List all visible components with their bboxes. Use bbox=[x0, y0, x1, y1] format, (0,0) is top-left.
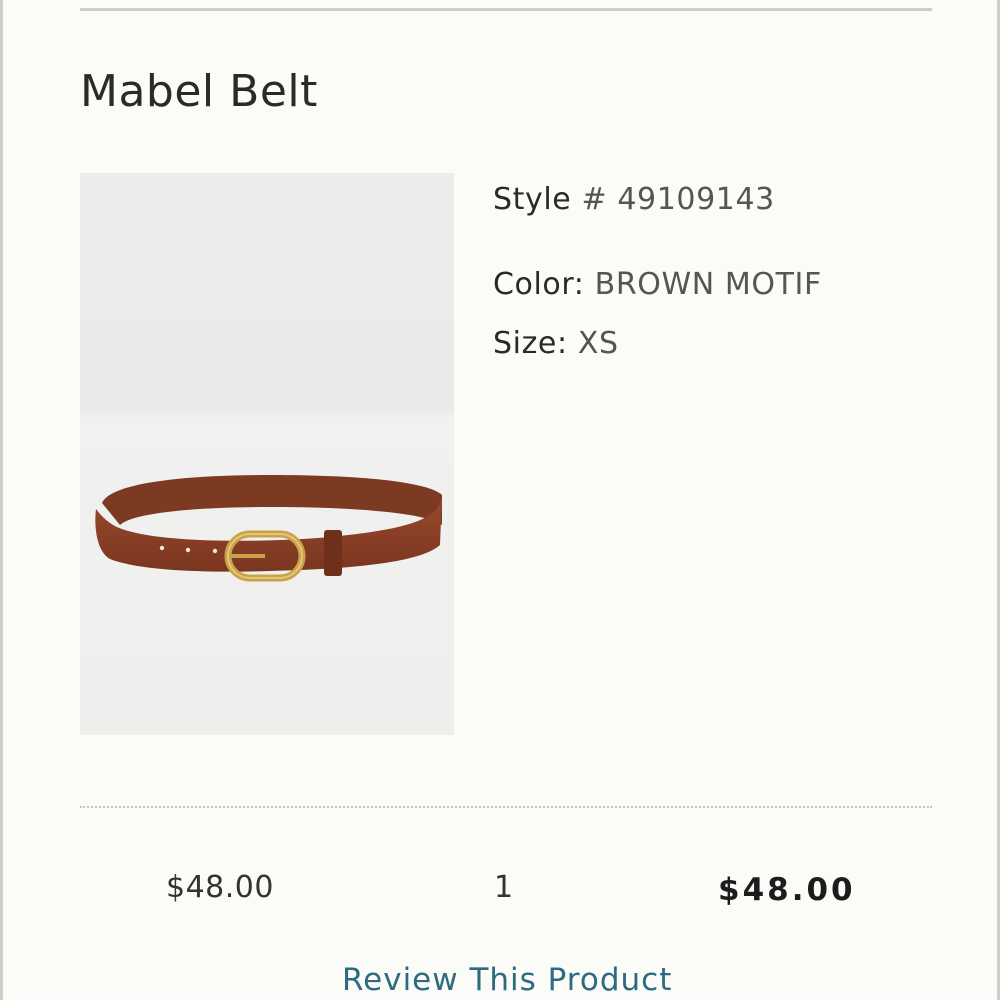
review-product-link[interactable]: Review This Product bbox=[342, 960, 672, 1000]
style-number: Style # 49109143 bbox=[493, 180, 775, 220]
unit-price: $48.00 bbox=[166, 870, 274, 905]
size-value: XS bbox=[577, 326, 619, 361]
color-row: Color: BROWN MOTIF bbox=[493, 265, 822, 305]
style-value: # 49109143 bbox=[581, 182, 775, 217]
top-divider bbox=[80, 8, 932, 11]
color-label: Color: bbox=[493, 267, 585, 302]
belt-illustration bbox=[80, 173, 454, 735]
total-price: $48.00 bbox=[718, 872, 856, 908]
quantity: 1 bbox=[494, 870, 514, 905]
color-value: BROWN MOTIF bbox=[594, 267, 822, 302]
left-frame-border bbox=[0, 0, 3, 1000]
dotted-divider bbox=[80, 806, 932, 808]
product-image[interactable] bbox=[80, 173, 454, 735]
size-row: Size: XS bbox=[493, 324, 619, 364]
product-title: Mabel Belt bbox=[80, 66, 318, 117]
size-label: Size: bbox=[493, 326, 568, 361]
style-label: Style bbox=[493, 182, 572, 217]
